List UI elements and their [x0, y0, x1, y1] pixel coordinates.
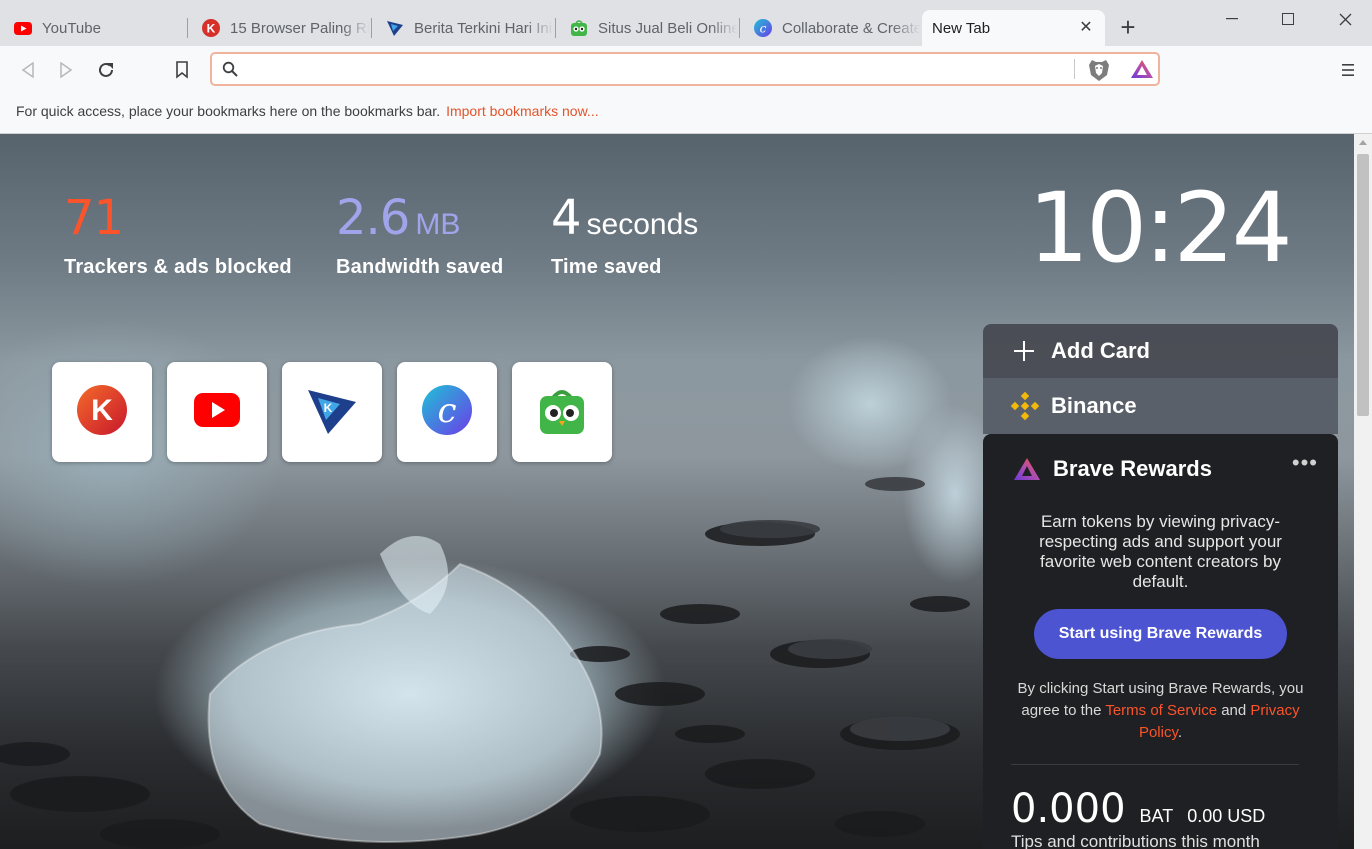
svg-text:K: K	[324, 401, 333, 415]
bookmarks-bar: For quick access, place your bookmarks h…	[0, 94, 1372, 134]
news-arrow-icon	[386, 19, 404, 37]
tab-youtube[interactable]: YouTube	[0, 10, 188, 46]
balance-unit: BAT	[1139, 806, 1174, 826]
scrollbar-thumb[interactable]	[1357, 154, 1369, 416]
new-tab-page: 71 Trackers & ads blocked 2.6 MB Bandwidt…	[0, 134, 1354, 849]
rewards-terms: By clicking Start using Brave Rewards, y…	[1005, 678, 1316, 744]
import-bookmarks-link[interactable]: Import bookmarks now...	[446, 103, 599, 119]
address-input[interactable]	[252, 58, 1076, 82]
kompas-k-icon: K	[76, 384, 128, 441]
widget-stack: Add Card Binance Brave Rewards ••• Earn …	[983, 324, 1338, 849]
tab-canva[interactable]: c Collaborate & Create	[740, 10, 920, 46]
back-button[interactable]	[14, 56, 42, 84]
stat-unit: MB	[415, 208, 461, 241]
bookmark-button[interactable]	[168, 56, 196, 84]
terms-of-service-link[interactable]: Terms of Service	[1105, 702, 1217, 719]
svg-text:c: c	[760, 22, 767, 36]
tips-label: Tips and contributions this month	[1011, 832, 1260, 849]
terms-and: and	[1221, 702, 1247, 719]
brave-shields-icon[interactable]	[1088, 58, 1110, 87]
address-bar[interactable]	[210, 52, 1160, 86]
rewards-description: Earn tokens by viewing privacy-respectin…	[1039, 512, 1282, 591]
minimize-button[interactable]	[1212, 4, 1252, 34]
svg-text:K: K	[91, 394, 113, 427]
scroll-up-arrow-icon[interactable]	[1359, 140, 1367, 145]
clock: 10:24	[1028, 172, 1293, 284]
top-sites: K K c	[52, 362, 612, 462]
vertical-scrollbar[interactable]	[1354, 134, 1372, 849]
close-window-button[interactable]	[1325, 4, 1365, 34]
menu-button[interactable]	[1334, 56, 1362, 84]
tab-strip: YouTube K 15 Browser Paling Ri Berita Te…	[0, 0, 1372, 46]
address-bar-divider	[1074, 59, 1075, 79]
svg-text:c: c	[437, 391, 456, 431]
tab-browser-article[interactable]: K 15 Browser Paling Ri	[188, 10, 372, 46]
tokopedia-icon	[537, 384, 587, 441]
tokopedia-icon	[570, 19, 588, 37]
tab-title: 15 Browser Paling Ri	[230, 19, 370, 37]
youtube-icon	[194, 392, 240, 432]
tab-title: YouTube	[42, 19, 101, 37]
kompas-k-icon: K	[202, 19, 220, 37]
stat-value: 2.6	[336, 190, 410, 246]
tab-situs-jual-beli[interactable]: Situs Jual Beli Online	[556, 10, 740, 46]
start-rewards-button[interactable]: Start using Brave Rewards	[1034, 609, 1287, 659]
tab-berita[interactable]: Berita Terkini Hari Ini	[372, 10, 556, 46]
top-site-tile[interactable]	[512, 362, 612, 462]
add-card-button[interactable]: Add Card	[983, 324, 1338, 378]
tab-new-tab[interactable]: New Tab ✕	[922, 10, 1105, 46]
binance-label: Binance	[1051, 393, 1137, 418]
brave-rewards-widget: Brave Rewards ••• Earn tokens by viewing…	[983, 434, 1338, 849]
svg-text:K: K	[207, 22, 216, 36]
maximize-button[interactable]	[1268, 4, 1308, 34]
more-options-icon[interactable]: •••	[1292, 450, 1318, 476]
top-site-tile[interactable]: K	[52, 362, 152, 462]
binance-widget-header[interactable]: Binance	[983, 378, 1338, 434]
rewards-balance: 0.000 BAT 0.00 USD	[1011, 786, 1265, 832]
tab-title: Berita Terkini Hari Ini	[414, 19, 553, 37]
add-card-label: Add Card	[1051, 338, 1150, 363]
binance-icon	[1009, 390, 1041, 422]
bookmarks-bar-message: For quick access, place your bookmarks h…	[16, 103, 441, 119]
reload-button[interactable]	[92, 56, 120, 84]
forward-button[interactable]	[52, 56, 80, 84]
tab-title: Collaborate & Create	[782, 19, 920, 37]
top-site-tile[interactable]: c	[397, 362, 497, 462]
stat-trackers-blocked: 71 Trackers & ads blocked	[64, 190, 292, 279]
stat-time-saved: 4 seconds Time saved	[551, 190, 698, 279]
stat-bandwidth-saved: 2.6 MB Bandwidth saved	[336, 190, 503, 279]
top-site-tile[interactable]: K	[282, 362, 382, 462]
stat-unit: seconds	[586, 208, 699, 241]
stat-label: Bandwidth saved	[336, 256, 504, 278]
plus-icon	[1013, 340, 1035, 362]
youtube-icon	[14, 19, 32, 37]
tab-title: Situs Jual Beli Online	[598, 19, 738, 37]
rewards-title: Brave Rewards	[1053, 456, 1212, 481]
canva-icon: c	[754, 19, 772, 37]
new-tab-button[interactable]: +	[1116, 14, 1140, 40]
balance-value: 0.000	[1011, 786, 1126, 832]
canva-icon: c	[421, 384, 473, 441]
stat-label: Trackers & ads blocked	[64, 256, 292, 278]
stat-label: Time saved	[551, 256, 662, 278]
search-icon	[222, 61, 238, 82]
toolbar	[0, 46, 1372, 94]
close-tab-icon[interactable]: ✕	[1077, 19, 1095, 37]
stat-value: 71	[64, 190, 124, 246]
stat-value: 4	[551, 190, 582, 246]
terms-suffix: .	[1177, 724, 1183, 741]
brave-rewards-icon	[1013, 457, 1041, 481]
brave-rewards-icon[interactable]	[1130, 59, 1154, 84]
divider	[1011, 764, 1299, 765]
balance-usd: 0.00 USD	[1187, 806, 1266, 826]
top-site-tile[interactable]	[167, 362, 267, 462]
tab-title: New Tab	[932, 19, 991, 37]
news-arrow-icon: K	[306, 384, 358, 441]
